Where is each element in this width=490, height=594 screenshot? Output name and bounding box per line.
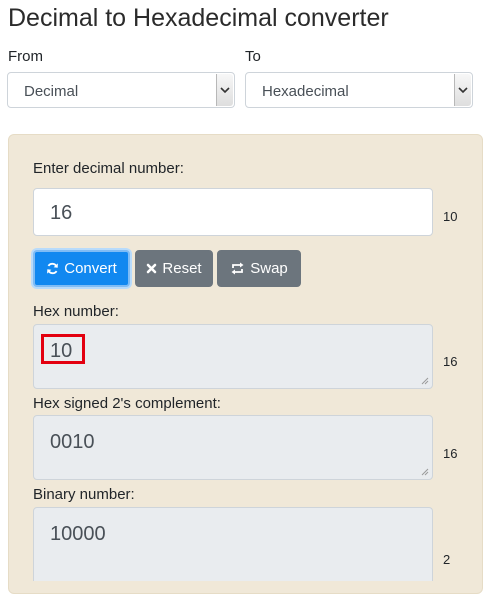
page-title: Decimal to Hexadecimal converter xyxy=(8,4,389,32)
to-select-value: Hexadecimal xyxy=(262,83,349,100)
to-select[interactable]: Hexadecimal xyxy=(245,72,473,108)
binary-base: 2 xyxy=(443,552,451,567)
from-label: From xyxy=(8,48,43,65)
binary-label: Binary number: xyxy=(33,486,135,503)
hex-output[interactable]: 10 xyxy=(33,324,433,389)
resize-grip-icon[interactable] xyxy=(421,468,429,476)
swap-button-label: Swap xyxy=(250,260,288,277)
from-select[interactable]: Decimal xyxy=(7,72,235,108)
from-select-value: Decimal xyxy=(24,83,79,100)
resize-grip-icon[interactable] xyxy=(421,377,429,385)
chevron-down-icon xyxy=(454,74,471,106)
decimal-input-value: 16 xyxy=(50,202,73,224)
binary-output[interactable]: 10000 xyxy=(33,507,433,581)
hex-output-value: 10 xyxy=(50,340,73,362)
hex-2s-output[interactable]: 0010 xyxy=(33,415,433,480)
swap-button[interactable]: Swap xyxy=(217,250,301,287)
convert-button[interactable]: Convert xyxy=(33,250,130,287)
hex-base: 16 xyxy=(443,354,458,369)
binary-output-value: 10000 xyxy=(50,523,106,545)
close-icon xyxy=(147,263,157,274)
decimal-input[interactable]: 16 xyxy=(33,188,433,236)
reset-button[interactable]: Reset xyxy=(135,250,213,287)
reset-button-label: Reset xyxy=(162,260,202,277)
refresh-icon xyxy=(47,262,59,275)
hex-2s-output-value: 0010 xyxy=(50,431,95,453)
chevron-down-icon xyxy=(216,74,233,106)
hex-2s-label: Hex signed 2's complement: xyxy=(33,395,221,412)
convert-button-label: Convert xyxy=(64,260,117,277)
input-base: 10 xyxy=(443,209,458,224)
swap-icon xyxy=(231,262,244,275)
to-label: To xyxy=(245,48,261,65)
input-label: Enter decimal number: xyxy=(33,160,184,177)
hex-2s-base: 16 xyxy=(443,446,458,461)
hex-label: Hex number: xyxy=(33,303,119,320)
